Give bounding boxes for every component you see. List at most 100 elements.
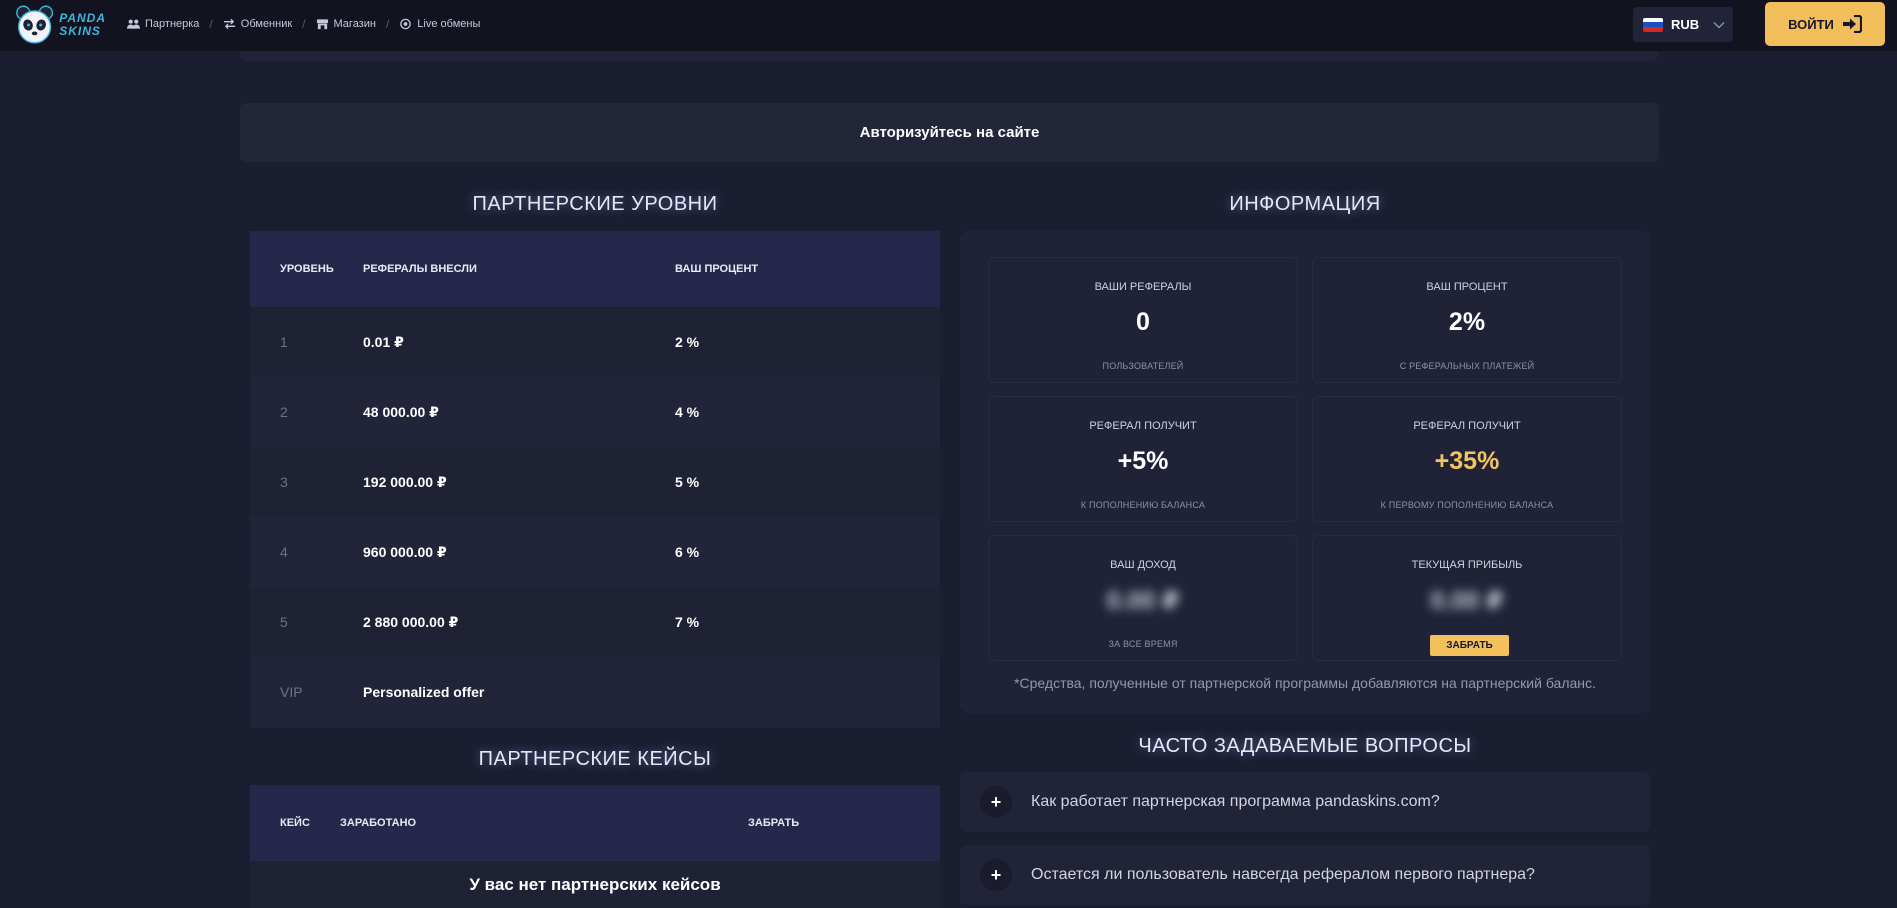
faq-item[interactable]: + Как работает партнерская программа pan… (960, 772, 1650, 832)
info-note: *Средства, полученные от партнерской про… (1014, 675, 1596, 691)
deposited-cell: 48 000.00 ₽ (363, 403, 439, 420)
cases-empty-message: У вас нет партнерских кейсов (250, 861, 940, 908)
level-cell: 1 (280, 334, 288, 350)
login-label: ВОЙТИ (1788, 16, 1834, 32)
stat-card-first-deposit-bonus: РЕФЕРАЛ ПОЛУЧИТ +35% К ПЕРВОМУ ПОПОЛНЕНИ… (1312, 396, 1622, 522)
percent-cell: 5 % (675, 474, 700, 490)
plus-icon: + (980, 859, 1012, 891)
top-panel-edge (240, 51, 1658, 61)
claim-profit-button[interactable]: ЗАБРАТЬ (1430, 635, 1509, 656)
stat-label: РЕФЕРАЛ ПОЛУЧИТ (1413, 420, 1521, 432)
level-cell: 2 (280, 404, 288, 420)
deposited-cell: 0.01 ₽ (363, 333, 404, 350)
stat-value-blurred: 0.00 ₽ (1430, 587, 1504, 615)
stat-card-percent: ВАШ ПРОЦЕНТ 2% С РЕФЕРАЛЬНЫХ ПЛАТЕЖЕЙ (1312, 257, 1622, 383)
cases-title: ПАРТНЕРСКИЕ КЕЙСЫ (478, 748, 712, 770)
sign-in-icon (1842, 15, 1862, 33)
column-header: КЕЙС (280, 817, 310, 829)
stat-value-blurred: 0.00 ₽ (1106, 587, 1180, 615)
table-row: VIP Personalized offer (250, 657, 940, 727)
site-logo[interactable]: PANDA SKINS (14, 3, 106, 47)
stat-value: +35% (1434, 447, 1500, 475)
table-row: 5 2 880 000.00 ₽ 7 % (250, 587, 940, 657)
cases-table-header: КЕЙС ЗАРАБОТАНО ЗАБРАТЬ (250, 785, 940, 861)
stat-sub: К ПОПОЛНЕНИЮ БАЛАНСА (1080, 500, 1206, 510)
column-header: УРОВЕНЬ (280, 263, 334, 275)
panda-logo-icon (16, 5, 54, 44)
plus-icon: + (980, 786, 1012, 818)
levels-table-header: УРОВЕНЬ РЕФЕРАЛЫ ВНЕСЛИ ВАШ ПРОЦЕНТ (250, 231, 940, 307)
faq-item[interactable]: + Остается ли пользователь навсегда рефе… (960, 845, 1650, 905)
table-row: 4 960 000.00 ₽ 6 % (250, 517, 940, 587)
nav-item-partners[interactable]: Партнерка (127, 18, 199, 30)
stat-label: ВАШ ПРОЦЕНТ (1426, 281, 1508, 293)
live-icon (400, 18, 412, 29)
russia-flag-icon (1643, 17, 1663, 32)
login-button[interactable]: ВОЙТИ (1765, 2, 1885, 46)
users-icon (127, 19, 140, 29)
column-header: ВАШ ПРОЦЕНТ (675, 263, 759, 275)
levels-title: ПАРТНЕРСКИЕ УРОВНИ (472, 193, 718, 215)
stat-value: +5% (1117, 447, 1169, 475)
nav-label: Партнерка (145, 17, 200, 30)
column-header: ЗАРАБОТАНО (340, 817, 417, 829)
nav-item-live-exchanges[interactable]: Live обмены (399, 18, 480, 30)
stat-label: ВАШИ РЕФЕРАЛЫ (1094, 281, 1192, 293)
deposited-cell: 960 000.00 ₽ (363, 543, 447, 560)
currency-code: RUB (1671, 17, 1700, 32)
cases-table: КЕЙС ЗАРАБОТАНО ЗАБРАТЬ У вас нет партне… (250, 785, 940, 908)
currency-selector[interactable]: RUB (1633, 7, 1733, 42)
faq-title: ЧАСТО ЗАДАВАЕМЫЕ ВОПРОСЫ (1138, 735, 1472, 757)
percent-cell: 6 % (675, 544, 700, 560)
level-cell: 4 (280, 544, 288, 560)
stat-card-referrals: ВАШИ РЕФЕРАЛЫ 0 ПОЛЬЗОВАТЕЛЕЙ (988, 257, 1298, 383)
table-row: 2 48 000.00 ₽ 4 % (250, 377, 940, 447)
levels-table: УРОВЕНЬ РЕФЕРАЛЫ ВНЕСЛИ ВАШ ПРОЦЕНТ 1 0.… (250, 231, 940, 728)
table-row: 3 192 000.00 ₽ 5 % (250, 447, 940, 517)
nav-separator: / (385, 16, 390, 31)
stat-label: ВАШ ДОХОД (1110, 559, 1176, 571)
top-bar: PANDA SKINS Партнерка / Обменник / Магаз… (0, 0, 1897, 51)
levels-table-body: 1 0.01 ₽ 2 % 2 48 000.00 ₽ 4 % 3 192 000… (250, 307, 940, 727)
main-nav: Партнерка / Обменник / Магазин / Live об… (127, 0, 480, 47)
logo-wordmark: PANDA SKINS (59, 12, 106, 38)
auth-banner[interactable]: Авторизуйтесь на сайте (240, 103, 1659, 162)
deposited-cell: Personalized offer (363, 684, 485, 700)
level-cell: VIP (280, 684, 303, 700)
stat-sub: ЗА ВСЕ ВРЕМЯ (1108, 639, 1178, 649)
info-panel: ВАШИ РЕФЕРАЛЫ 0 ПОЛЬЗОВАТЕЛЕЙ ВАШ ПРОЦЕН… (960, 231, 1650, 713)
chevron-down-icon (1713, 21, 1725, 29)
column-header: РЕФЕРАЛЫ ВНЕСЛИ (363, 263, 477, 275)
nav-label: Обменник (240, 17, 293, 30)
nav-separator: / (302, 16, 306, 31)
faq-question: Как работает партнерская программа panda… (1031, 793, 1440, 810)
level-cell: 5 (280, 614, 288, 630)
logo-line-2: SKINS (59, 24, 101, 38)
stat-card-current-profit: ТЕКУЩАЯ ПРИБЫЛЬ 0.00 ₽ ЗАБРАТЬ (1312, 535, 1622, 661)
stat-label: РЕФЕРАЛ ПОЛУЧИТ (1089, 420, 1197, 432)
stat-sub: С РЕФЕРАЛЬНЫХ ПЛАТЕЖЕЙ (1399, 361, 1535, 371)
stat-card-referral-bonus: РЕФЕРАЛ ПОЛУЧИТ +5% К ПОПОЛНЕНИЮ БАЛАНСА (988, 396, 1298, 522)
nav-label: Live обмены (417, 17, 481, 30)
column-header: ЗАБРАТЬ (748, 817, 800, 829)
stat-value: 0 (1136, 308, 1150, 336)
percent-cell: 2 % (675, 334, 700, 350)
exchange-icon (223, 18, 235, 29)
nav-separator: / (209, 16, 213, 31)
stat-label: ТЕКУЩАЯ ПРИБЫЛЬ (1411, 559, 1523, 571)
store-icon (316, 18, 328, 29)
info-title: ИНФОРМАЦИЯ (1229, 193, 1381, 215)
stat-value: 2% (1448, 308, 1486, 336)
stat-sub: ПОЛЬЗОВАТЕЛЕЙ (1102, 361, 1184, 371)
faq-question: Остается ли пользователь навсегда рефера… (1031, 866, 1535, 883)
deposited-cell: 2 880 000.00 ₽ (363, 613, 459, 630)
stat-card-income: ВАШ ДОХОД 0.00 ₽ ЗА ВСЕ ВРЕМЯ (988, 535, 1298, 661)
percent-cell: 4 % (675, 404, 700, 420)
percent-cell: 7 % (675, 614, 700, 630)
level-cell: 3 (280, 474, 288, 490)
nav-item-exchanger[interactable]: Обменник (223, 18, 292, 30)
deposited-cell: 192 000.00 ₽ (363, 473, 447, 490)
nav-item-store[interactable]: Магазин (316, 18, 376, 30)
nav-label: Магазин (333, 17, 376, 30)
table-row: 1 0.01 ₽ 2 % (250, 307, 940, 377)
